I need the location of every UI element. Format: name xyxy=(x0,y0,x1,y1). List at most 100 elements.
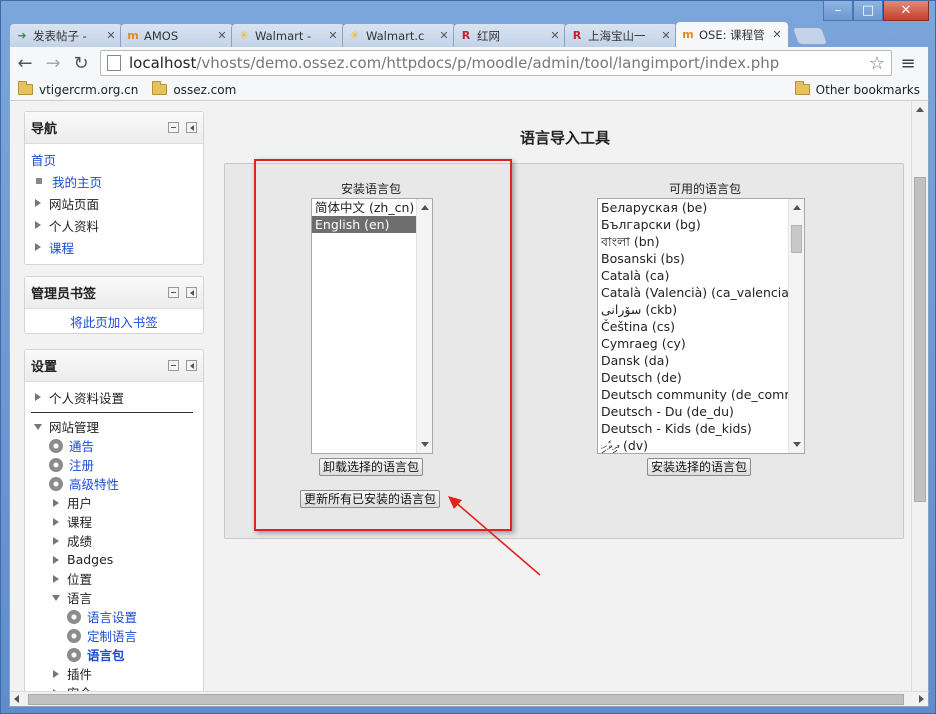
scroll-up-icon[interactable] xyxy=(916,107,924,112)
list-option[interactable]: Català (Valencià) (ca_valencia) xyxy=(598,284,804,301)
admin-item-notifications[interactable]: 通告 xyxy=(31,436,197,455)
close-tab-icon[interactable]: ✕ xyxy=(660,29,672,42)
list-option[interactable]: Bosanski (bs) xyxy=(598,250,804,267)
admin-item-language-settings[interactable]: 语言设置 xyxy=(31,607,197,626)
collapse-icon[interactable] xyxy=(168,287,179,298)
admin-item-label: 位置 xyxy=(67,572,93,587)
menu-icon[interactable]: ≡ xyxy=(898,53,918,74)
dock-icon[interactable] xyxy=(186,122,197,133)
back-button[interactable]: ← xyxy=(12,50,38,76)
list-option[interactable]: Deutsch - Kids (de_kids) xyxy=(598,420,804,437)
bookmark-star-icon[interactable]: ☆ xyxy=(869,53,885,74)
tab-title: Walmart.c xyxy=(366,28,425,43)
bookmark-item[interactable]: ossez.com xyxy=(152,81,237,97)
admin-item-users[interactable]: 用户 xyxy=(31,493,197,512)
dock-icon[interactable] xyxy=(186,287,197,298)
list-option[interactable]: Deutsch - Du (de_du) xyxy=(598,403,804,420)
url-path: /vhosts/demo.ossez.com/httpdocs/p/moodle… xyxy=(196,54,780,72)
bookmark-label: ossez.com xyxy=(173,82,237,97)
new-tab-button[interactable] xyxy=(791,27,829,45)
admin-item-advanced-features[interactable]: 高级特性 xyxy=(31,474,197,493)
url-host: localhost xyxy=(129,54,197,72)
block-header: 管理员书签 xyxy=(25,277,203,309)
browser-tab[interactable]: R 红网 ✕ xyxy=(453,23,567,47)
reload-button[interactable]: ↻ xyxy=(68,50,94,76)
page-vertical-scrollbar[interactable] xyxy=(911,101,928,691)
dock-icon[interactable] xyxy=(186,360,197,371)
tab-strip: ➜ 发表帖子 - ✕ m AMOS ✕ ✳ Walmart - ✕ ✳ Walm… xyxy=(9,21,909,47)
install-selected-button[interactable]: 安装选择的语言包 xyxy=(647,458,752,476)
admin-item-security[interactable]: 安全 xyxy=(31,683,197,691)
listbox-scrollbar[interactable] xyxy=(788,199,804,453)
close-tab-icon[interactable]: ✕ xyxy=(105,29,117,42)
close-window-button[interactable]: ✕ xyxy=(883,1,929,21)
bookmark-item[interactable]: vtigercrm.org.cn xyxy=(18,81,138,97)
list-option[interactable]: Deutsch community (de_comm) xyxy=(598,386,804,403)
admin-item-language-customisation[interactable]: 定制语言 xyxy=(31,626,197,645)
expand-arrow-icon xyxy=(53,517,59,526)
admin-item-language-packs[interactable]: 语言包 xyxy=(31,645,197,664)
scroll-thumb[interactable] xyxy=(28,694,904,705)
admin-item-language[interactable]: 语言 xyxy=(31,588,197,607)
admin-item-badges[interactable]: Badges xyxy=(31,550,197,569)
available-packs-listbox[interactable]: Беларуская (be) Български (bg) বাংলা (bn… xyxy=(597,198,805,454)
list-option[interactable]: Dansk (da) xyxy=(598,352,804,369)
browser-window: – □ ✕ ➜ 发表帖子 - ✕ m AMOS ✕ ✳ Walmart - ✕ … xyxy=(0,0,936,714)
admin-item-label: 通告 xyxy=(69,439,95,454)
redmine-favicon-icon: R xyxy=(572,29,582,42)
close-tab-icon[interactable]: ✕ xyxy=(327,29,339,42)
maximize-button[interactable]: □ xyxy=(853,1,883,21)
list-option[interactable]: Беларуская (be) xyxy=(598,199,804,216)
bookmark-this-page-link[interactable]: 将此页加入书签 xyxy=(70,315,158,330)
bookmarks-bar: vtigercrm.org.cn ossez.com Other bookmar… xyxy=(9,79,929,101)
admin-item-grades[interactable]: 成绩 xyxy=(31,531,197,550)
nav-home-link[interactable]: 首页 xyxy=(31,148,197,170)
browser-tab[interactable]: ✳ Walmart - ✕ xyxy=(231,23,345,47)
collapse-icon[interactable] xyxy=(168,360,179,371)
close-tab-icon[interactable]: ✕ xyxy=(771,28,783,41)
browser-tab[interactable]: R 上海宝山一 ✕ xyxy=(564,23,678,47)
nav-item-profile[interactable]: 个人资料 xyxy=(31,214,197,236)
scroll-left-icon[interactable] xyxy=(14,695,19,703)
list-option[interactable]: سۆرانی (ckb) xyxy=(598,301,804,318)
browser-tab[interactable]: ➜ 发表帖子 - ✕ xyxy=(9,23,123,47)
available-packs-label: 可用的语言包 xyxy=(668,182,741,196)
list-option[interactable]: Deutsch (de) xyxy=(598,369,804,386)
admin-item-label: 定制语言 xyxy=(87,629,138,644)
other-bookmarks[interactable]: Other bookmarks xyxy=(794,81,920,97)
expand-arrow-icon xyxy=(53,498,59,507)
list-option[interactable]: বাংলা (bn) xyxy=(598,233,804,250)
browser-tab-active[interactable]: m OSE: 课程管 ✕ xyxy=(675,21,789,47)
scroll-down-icon[interactable] xyxy=(793,442,801,447)
close-tab-icon[interactable]: ✕ xyxy=(216,29,228,42)
close-tab-icon[interactable]: ✕ xyxy=(549,29,561,42)
scroll-right-icon[interactable] xyxy=(919,695,924,703)
browser-tab[interactable]: m AMOS ✕ xyxy=(120,23,234,47)
list-option[interactable]: Català (ca) xyxy=(598,267,804,284)
admin-item-plugins[interactable]: 插件 xyxy=(31,664,197,683)
nav-item-my-home[interactable]: 我的主页 xyxy=(31,170,197,192)
settings-item-label: 网站管理 xyxy=(49,420,100,435)
scroll-thumb[interactable] xyxy=(914,177,926,502)
list-option[interactable]: ދިވެހި (dv) xyxy=(598,437,804,453)
scroll-up-icon[interactable] xyxy=(793,205,801,210)
admin-item-courses[interactable]: 课程 xyxy=(31,512,197,531)
admin-bookmarks-block: 管理员书签 将此页加入书签 xyxy=(24,276,204,334)
minimize-button[interactable]: – xyxy=(823,1,853,21)
nav-item-site-pages[interactable]: 网站页面 xyxy=(31,192,197,214)
admin-item-location[interactable]: 位置 xyxy=(31,569,197,588)
scroll-thumb[interactable] xyxy=(791,225,802,253)
page-horizontal-scrollbar[interactable] xyxy=(9,691,929,707)
admin-item-registration[interactable]: 注册 xyxy=(31,455,197,474)
settings-item-site-admin[interactable]: 网站管理 xyxy=(31,417,197,436)
list-option[interactable]: Cymraeg (cy) xyxy=(598,335,804,352)
close-tab-icon[interactable]: ✕ xyxy=(438,29,450,42)
address-bar[interactable]: localhost/vhosts/demo.ossez.com/httpdocs… xyxy=(100,50,892,76)
browser-tab[interactable]: ✳ Walmart.c ✕ xyxy=(342,23,456,47)
forward-button[interactable]: → xyxy=(40,50,66,76)
list-option[interactable]: Български (bg) xyxy=(598,216,804,233)
nav-item-courses[interactable]: 课程 xyxy=(31,236,197,258)
collapse-icon[interactable] xyxy=(168,122,179,133)
list-option[interactable]: Čeština (cs) xyxy=(598,318,804,335)
settings-item-profile-settings[interactable]: 个人资料设置 xyxy=(31,384,197,410)
